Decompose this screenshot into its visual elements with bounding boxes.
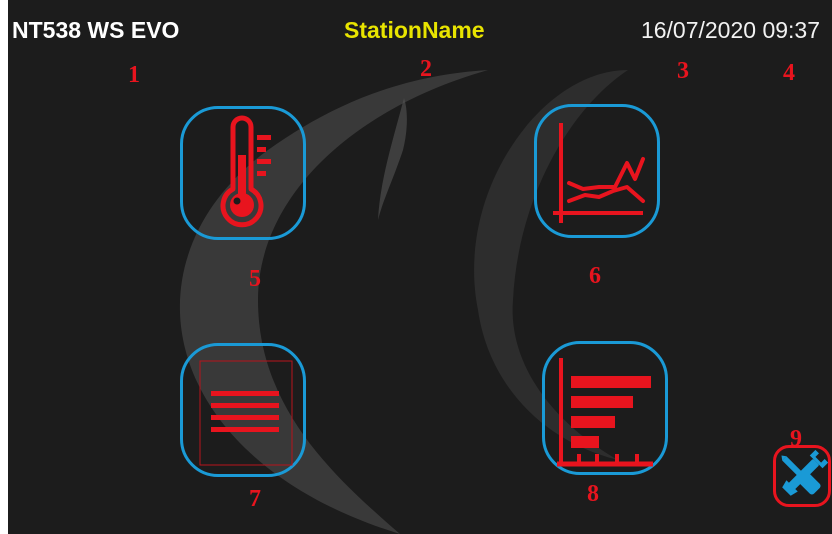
callout-label: 5 xyxy=(249,266,261,292)
date-time: 16/07/2020 09:37 xyxy=(640,17,820,43)
callout-label: 1 xyxy=(128,62,140,88)
graphs-tile-button[interactable] xyxy=(534,104,660,238)
callout-label: 6 xyxy=(589,263,601,289)
bar-chart-icon xyxy=(557,358,653,467)
station-name: StationName xyxy=(344,17,485,43)
list-tile-button[interactable] xyxy=(180,343,306,477)
thermometer-icon xyxy=(220,115,271,228)
settings-button[interactable] xyxy=(773,445,831,507)
measurements-tile-button[interactable] xyxy=(180,106,306,240)
callout-label: 8 xyxy=(587,481,599,507)
statistics-tile-button[interactable] xyxy=(542,341,668,475)
callout-label: 3 xyxy=(677,58,689,84)
wrench-screwdriver-icon xyxy=(781,449,828,496)
list-icon xyxy=(199,360,293,466)
main-screen: NT538 WS EVO StationName 16/07/2020 09:3… xyxy=(8,0,832,534)
line-chart-icon xyxy=(553,123,645,223)
callout-label: 7 xyxy=(249,486,261,512)
callout-label: 2 xyxy=(420,56,432,82)
device-name: NT538 WS EVO xyxy=(12,17,180,43)
callout-label: 4 xyxy=(783,60,795,86)
